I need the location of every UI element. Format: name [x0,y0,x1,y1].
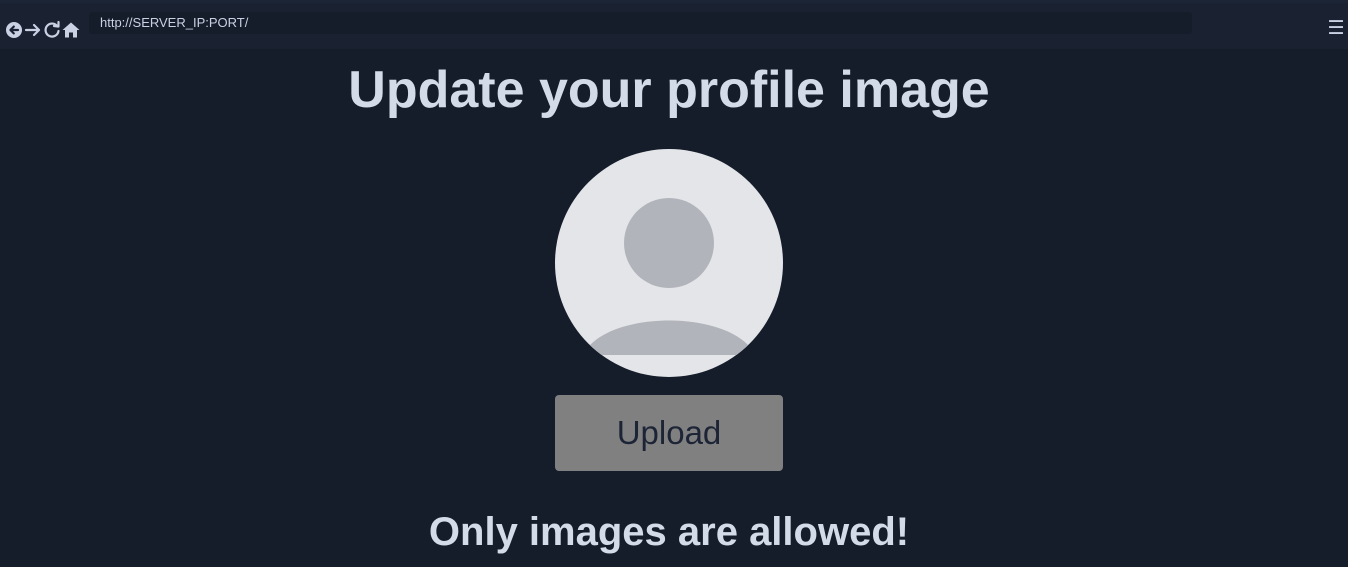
url-bar[interactable]: http://SERVER_IP:PORT/ [89,12,1192,34]
status-message: Only images are allowed! [428,510,910,554]
forward-icon[interactable] [23,20,43,40]
avatar [555,149,783,377]
back-icon[interactable] [4,20,24,40]
page-title: Update your profile image [348,61,990,119]
reload-icon[interactable] [42,20,62,40]
browser-toolbar: http://SERVER_IP:PORT/ ☰ [0,3,1348,49]
upload-button[interactable]: Upload [555,395,783,471]
default-profile-icon [583,198,755,355]
home-icon[interactable] [61,20,81,40]
menu-icon[interactable]: ☰ [1327,19,1345,38]
